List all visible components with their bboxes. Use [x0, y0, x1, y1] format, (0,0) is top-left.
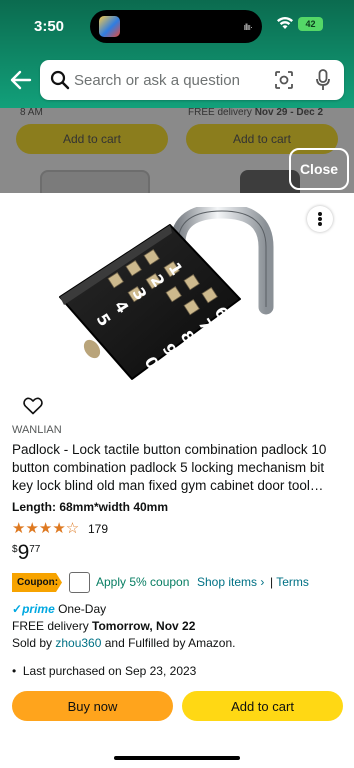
add-to-cart-button[interactable]: Add to cart — [182, 691, 343, 721]
coupon-checkbox[interactable] — [69, 572, 90, 593]
search-bar[interactable] — [40, 60, 344, 100]
delivery-date: Tomorrow, Nov 22 — [92, 619, 196, 633]
coupon-separator: | — [270, 575, 274, 589]
price-currency: $ — [12, 544, 18, 555]
last-purchased[interactable]: • Last purchased on Sep 23, 2023 — [12, 664, 196, 678]
seller-link[interactable]: zhou360 — [55, 636, 101, 650]
coupon-terms: | Terms — [270, 575, 309, 589]
microphone-icon[interactable] — [316, 69, 330, 91]
bg-thumbnail-left — [40, 170, 150, 193]
size-label: Length: 68mm*width 40mm — [12, 500, 169, 514]
dynamic-island: ıllıı· — [90, 10, 262, 43]
search-input[interactable] — [74, 69, 270, 91]
review-count[interactable]: 179 — [88, 522, 108, 536]
wifi-icon — [277, 17, 293, 29]
price: $977 — [12, 541, 40, 565]
more-options-icon[interactable] — [307, 206, 333, 232]
battery-icon: 42 — [298, 17, 323, 31]
shop-items-link[interactable]: Shop items › — [197, 575, 264, 589]
one-day-label: One-Day — [58, 602, 107, 616]
brand-name[interactable]: WANLIAN — [12, 424, 62, 436]
app-header: 3:50 ıllıı· 42 — [0, 0, 354, 108]
product-quick-view-sheet: 1 2 3 4 5 6 7 8 9 0 WANLIAN Padlock - Lo… — [0, 193, 354, 768]
coupon-text[interactable]: Apply 5% coupon — [96, 575, 189, 589]
home-indicator[interactable] — [114, 756, 240, 760]
camera-lens-icon[interactable] — [274, 70, 294, 90]
audio-wave-icon: ıllıı· — [243, 22, 253, 32]
buy-now-button[interactable]: Buy now — [12, 691, 173, 721]
delivery-info: FREE delivery Tomorrow, Nov 22 — [12, 619, 196, 633]
back-arrow-icon[interactable] — [10, 70, 32, 90]
coupon-badge: Coupon: — [12, 573, 62, 592]
prime-check-icon: ✓ — [12, 602, 23, 616]
bullet: • — [12, 664, 23, 678]
search-icon — [50, 70, 70, 90]
sold-by-info: Sold by zhou360 and Fulfilled by Amazon. — [12, 636, 236, 650]
prime-logo: prime — [22, 602, 55, 616]
bg-add-to-cart-left: Add to cart — [16, 124, 168, 154]
terms-link[interactable]: Terms — [276, 575, 309, 589]
price-whole: 9 — [17, 541, 30, 564]
product-image[interactable]: 1 2 3 4 5 6 7 8 9 0 — [52, 207, 302, 382]
product-title[interactable]: Padlock - Lock tactile button combinatio… — [12, 441, 342, 495]
close-button[interactable]: Close — [289, 148, 349, 190]
rating-stars[interactable]: ★★★★☆ — [12, 519, 79, 537]
bg-delivery-text-left: 8 AM — [20, 108, 43, 118]
price-fraction: 77 — [29, 544, 41, 555]
app-activity-icon — [99, 16, 120, 37]
bg-delivery-text-right: FREE delivery Nov 29 - Dec 2 — [188, 108, 324, 118]
status-time: 3:50 — [34, 18, 65, 35]
heart-icon[interactable] — [23, 397, 43, 415]
prime-one-day: ✓prime One-Day — [12, 602, 106, 616]
